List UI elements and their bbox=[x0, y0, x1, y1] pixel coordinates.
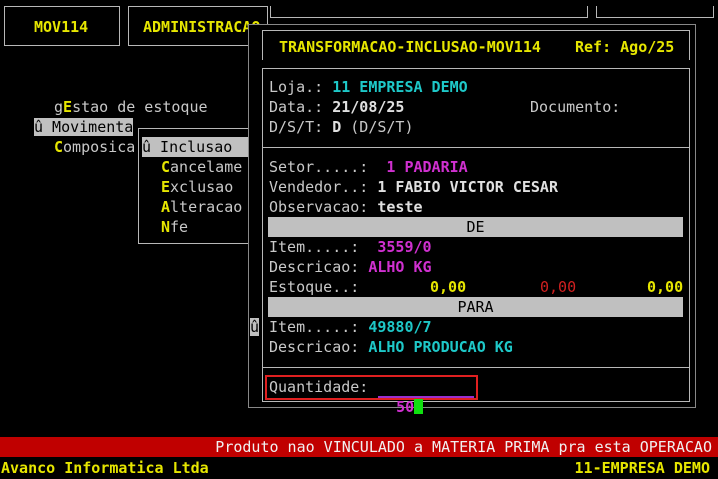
far-right-tab-box bbox=[596, 6, 714, 18]
quantity-label: Quantidade: bbox=[269, 378, 369, 396]
status-message: Produto nao VINCULADO a MATERIA PRIMA pr… bbox=[215, 438, 712, 456]
de-item-row[interactable]: Item.....: 3559/0 bbox=[269, 237, 432, 257]
dialog-ref: Ref: Ago/25 bbox=[575, 38, 675, 56]
dialog-title: TRANSFORMACAO-INCLUSAO-MOV114 bbox=[279, 38, 541, 56]
section-divider bbox=[262, 147, 690, 148]
module-tab-label: MOV114 bbox=[34, 18, 89, 36]
quantity-divider bbox=[262, 367, 690, 368]
company-left: Avanco Informatica Ltda bbox=[1, 459, 209, 477]
data-row: Data.: 21/08/25 bbox=[269, 98, 405, 116]
quantity-input[interactable]: 50 bbox=[378, 377, 474, 416]
text-cursor bbox=[414, 399, 424, 414]
vendedor-row[interactable]: Vendedor..: 1 FABIO VICTOR CESAR bbox=[269, 177, 558, 197]
submenu-item-cancelamento[interactable]: Cancelame bbox=[161, 157, 242, 177]
loja-row: Loja.: 11 EMPRESA DEMO bbox=[269, 78, 468, 96]
menu-item-gestao[interactable]: gEstao de estoque bbox=[54, 97, 208, 117]
estoque-label: Estoque..: bbox=[269, 278, 360, 296]
de-descricao-row: Descricao: ALHO KG bbox=[269, 258, 432, 276]
documento-label: Documento: bbox=[530, 98, 621, 116]
menu-item-composica[interactable]: Composica bbox=[54, 137, 135, 157]
submenu-item-alteracao[interactable]: Alteracao bbox=[161, 197, 242, 217]
para-descricao-row: Descricao: ALHO PRODUCAO KG bbox=[269, 338, 513, 356]
estoque-value-3: 0,00 bbox=[647, 278, 684, 296]
company-right: 11-EMPRESA DEMO bbox=[574, 459, 710, 477]
para-item-row[interactable]: Item.....: 49880/7 bbox=[269, 317, 432, 337]
estoque-value-2: 0,00 bbox=[540, 278, 577, 296]
para-marker: û bbox=[250, 318, 260, 336]
setor-row[interactable]: Setor.....: 1 PADARIA bbox=[269, 157, 468, 177]
submenu-item-inclusao[interactable]: û Inclusao bbox=[142, 137, 258, 157]
menu-item-movimenta[interactable]: û Movimenta bbox=[34, 117, 134, 137]
admin-tab-label: ADMINISTRACAO bbox=[143, 18, 261, 36]
submenu-item-exclusao[interactable]: Exclusao bbox=[161, 177, 233, 197]
dst-row[interactable]: D/S/T: D (D/S/T) bbox=[269, 117, 414, 137]
estoque-value-1: 0,00 bbox=[430, 278, 467, 296]
de-header: DE bbox=[268, 217, 683, 237]
observacao-row[interactable]: Observacao: teste bbox=[269, 197, 423, 217]
right-tab-box bbox=[270, 6, 588, 18]
para-header: PARA bbox=[268, 297, 683, 317]
submenu-item-nfe[interactable]: Nfe bbox=[161, 217, 188, 237]
